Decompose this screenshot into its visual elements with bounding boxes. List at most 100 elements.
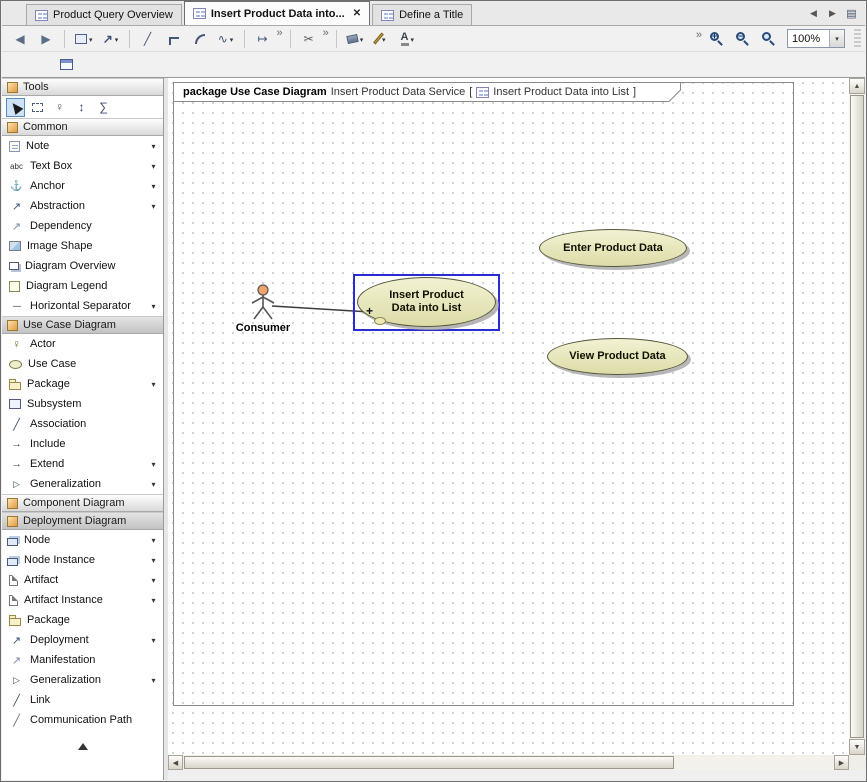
scroll-up-button[interactable]: ▲ <box>849 78 865 94</box>
zoom-in-button[interactable]: + <box>705 28 729 50</box>
rectilinear-path-button[interactable] <box>162 28 186 50</box>
palette-item-generalization-deployment[interactable]: Generalization <box>2 670 163 690</box>
scroll-right-button[interactable]: ▶ <box>834 755 849 770</box>
use-case-enter-product-data[interactable]: Enter Product Data <box>539 229 687 267</box>
actor-consumer[interactable] <box>250 283 276 321</box>
lasso-select-tool-button[interactable] <box>28 98 47 117</box>
palette-item-text-box[interactable]: Text Box <box>2 156 163 176</box>
remove-breakpoints-button[interactable] <box>297 28 321 50</box>
palette-item-deployment[interactable]: Deployment <box>2 630 163 650</box>
palette-item-extend[interactable]: Extend <box>2 454 163 474</box>
zoom-level-select[interactable]: 100% ▾ <box>787 29 845 48</box>
dropdown-arrow-icon[interactable] <box>148 554 159 566</box>
palette-item-actor[interactable]: Actor <box>2 334 163 354</box>
dropdown-arrow-icon[interactable] <box>148 574 159 586</box>
tool-palette: Tools Common Note Text Box Anchor Abstr <box>2 77 163 780</box>
palette-header-component-diagram[interactable]: Component Diagram <box>2 494 163 512</box>
dropdown-arrow-icon[interactable] <box>148 140 159 152</box>
palette-item-diagram-overview[interactable]: Diagram Overview <box>2 256 163 276</box>
chevron-down-icon[interactable]: ▾ <box>829 30 844 47</box>
toolbar-overflow-icon[interactable]: » <box>277 26 284 39</box>
horizontal-scrollbar-thumb[interactable] <box>184 756 674 769</box>
palette-item-use-case[interactable]: Use Case <box>2 354 163 374</box>
oblique-path-button[interactable] <box>136 28 160 50</box>
horizontal-scrollbar[interactable]: ◀ ▶ <box>168 755 849 770</box>
toolbar-drag-handle[interactable] <box>854 29 861 49</box>
palette-item-image-shape[interactable]: Image Shape <box>2 236 163 256</box>
dropdown-arrow-icon[interactable] <box>148 478 159 490</box>
dropdown-arrow-icon[interactable] <box>148 378 159 390</box>
history-back-button[interactable] <box>8 28 32 50</box>
tab-product-query-overview[interactable]: Product Query Overview <box>26 4 182 25</box>
create-element-button[interactable] <box>71 28 97 50</box>
palette-item-node-instance[interactable]: Node Instance <box>2 550 163 570</box>
path-direction-button[interactable] <box>251 28 275 50</box>
palette-item-note[interactable]: Note <box>2 136 163 156</box>
palette-item-manifestation[interactable]: Manifestation <box>2 650 163 670</box>
arrow-right-icon <box>41 32 50 46</box>
scroll-down-button[interactable]: ▼ <box>849 739 865 755</box>
palette-item-diagram-legend[interactable]: Diagram Legend <box>2 276 163 296</box>
diagram-window-button[interactable] <box>54 53 78 75</box>
dropdown-arrow-icon[interactable] <box>148 458 159 470</box>
curved-path-button[interactable] <box>188 28 212 50</box>
distribute-vertically-tool-button[interactable] <box>72 98 91 117</box>
fill-color-button[interactable] <box>343 28 368 50</box>
palette-header-use-case-diagram[interactable]: Use Case Diagram <box>2 316 163 334</box>
select-tool-button[interactable] <box>6 98 25 117</box>
tab-define-a-title[interactable]: Define a Title <box>372 4 472 25</box>
scroll-left-button[interactable]: ◀ <box>168 755 183 770</box>
palette-item-include[interactable]: Include <box>2 434 163 454</box>
palette-item-node[interactable]: Node <box>2 530 163 550</box>
close-icon[interactable]: ✕ <box>353 9 361 19</box>
palette-item-artifact-instance[interactable]: Artifact Instance <box>2 590 163 610</box>
palette-item-horizontal-separator[interactable]: Horizontal Separator <box>2 296 163 316</box>
toolbar-overflow-icon[interactable]: » <box>323 26 330 39</box>
tools-row <box>2 96 163 118</box>
tab-list-button[interactable] <box>844 6 859 21</box>
palette-item-abstraction[interactable]: Abstraction <box>2 196 163 216</box>
palette-header-common[interactable]: Common <box>2 118 163 136</box>
summary-tool-button[interactable] <box>94 98 113 117</box>
use-case-view-product-data[interactable]: View Product Data <box>547 338 688 375</box>
palette-item-anchor[interactable]: Anchor <box>2 176 163 196</box>
zoom-fit-button[interactable] <box>757 28 781 50</box>
smart-manipulator-ellipse-icon[interactable] <box>374 317 386 325</box>
dropdown-arrow-icon[interactable] <box>148 634 159 646</box>
palette-item-association[interactable]: Association <box>2 414 163 434</box>
smart-manipulator-plus-icon[interactable]: + <box>366 306 373 316</box>
tab-scroll-left-button[interactable]: ◀ <box>806 6 821 21</box>
vertical-scrollbar-thumb[interactable] <box>850 95 864 738</box>
tab-scroll-right-button[interactable]: ▶ <box>825 6 840 21</box>
palette-header-tools[interactable]: Tools <box>2 78 163 96</box>
palette-item-package[interactable]: Package <box>2 374 163 394</box>
create-relation-button[interactable] <box>99 28 123 50</box>
palette-item-subsystem[interactable]: Subsystem <box>2 394 163 414</box>
toolbar-overflow-icon[interactable]: » <box>696 28 703 41</box>
palette-header-deployment-diagram[interactable]: Deployment Diagram <box>2 512 163 530</box>
diagram-canvas[interactable]: package Use Case Diagram Insert Product … <box>168 78 849 755</box>
dropdown-arrow-icon[interactable] <box>148 534 159 546</box>
spline-path-button[interactable] <box>214 28 238 50</box>
dropdown-arrow-icon[interactable] <box>148 180 159 192</box>
scroll-up-icon <box>78 743 88 750</box>
line-color-button[interactable] <box>369 28 393 50</box>
font-color-button[interactable] <box>395 28 419 50</box>
history-forward-button[interactable] <box>34 28 58 50</box>
stick-figure-tool-button[interactable] <box>50 98 69 117</box>
palette-item-communication-path[interactable]: Communication Path <box>2 710 163 730</box>
dropdown-arrow-icon[interactable] <box>148 160 159 172</box>
dropdown-arrow-icon[interactable] <box>148 674 159 686</box>
palette-item-generalization-usecase[interactable]: Generalization <box>2 474 163 494</box>
dropdown-arrow-icon[interactable] <box>148 300 159 312</box>
zoom-out-button[interactable]: − <box>731 28 755 50</box>
dropdown-arrow-icon[interactable] <box>148 200 159 212</box>
tab-insert-product-data[interactable]: Insert Product Data into... ✕ <box>184 1 370 25</box>
palette-item-dependency[interactable]: Dependency <box>2 216 163 236</box>
palette-item-artifact[interactable]: Artifact <box>2 570 163 590</box>
palette-scroll-up-button[interactable] <box>2 740 163 752</box>
palette-item-package-deployment[interactable]: Package <box>2 610 163 630</box>
vertical-scrollbar[interactable]: ▲ ▼ <box>849 78 865 755</box>
dropdown-arrow-icon[interactable] <box>148 594 159 606</box>
palette-item-link[interactable]: Link <box>2 690 163 710</box>
